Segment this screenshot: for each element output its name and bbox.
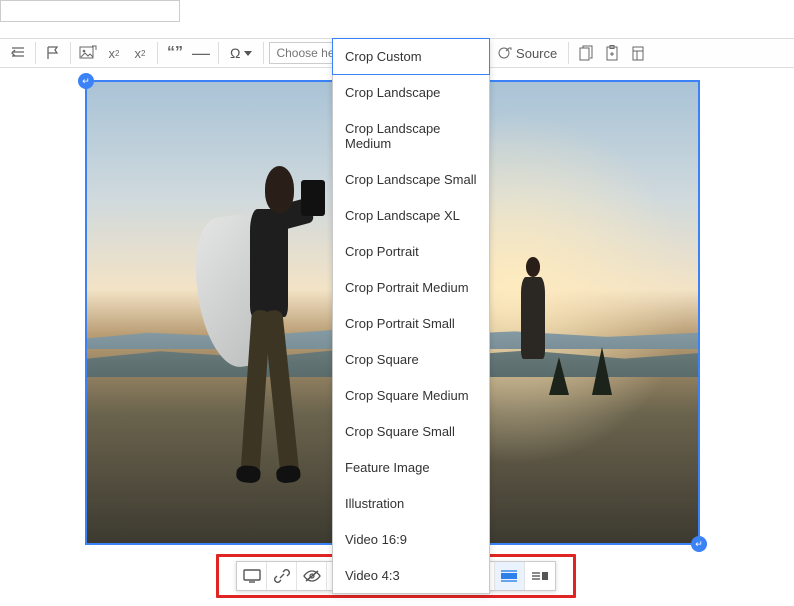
visibility-button[interactable] — [297, 562, 327, 590]
subscript-icon[interactable]: x2 — [128, 41, 152, 65]
chevron-down-icon — [244, 51, 252, 56]
omega-icon: Ω — [230, 45, 240, 61]
toolbar-separator — [35, 42, 36, 64]
source-icon — [496, 45, 512, 61]
align-right-icon — [532, 569, 548, 583]
crop-option[interactable]: Crop Square Medium — [333, 377, 489, 413]
link-icon — [274, 568, 290, 584]
crop-option[interactable]: Feature Image — [333, 449, 489, 485]
crop-option[interactable]: Video 4:3 — [333, 557, 489, 593]
align-right-button[interactable] — [525, 562, 555, 590]
crop-option[interactable]: Illustration — [333, 485, 489, 521]
crop-option[interactable]: Crop Square — [333, 341, 489, 377]
crop-option[interactable]: Crop Portrait Medium — [333, 269, 489, 305]
crop-option[interactable]: Crop Landscape Small — [333, 161, 489, 197]
toolbar-separator — [218, 42, 219, 64]
align-full-icon — [501, 569, 517, 583]
selection-handle-bottom-right[interactable]: ↵ — [691, 536, 707, 552]
toolbar-separator — [70, 42, 71, 64]
crop-option[interactable]: Crop Portrait — [333, 233, 489, 269]
address-bar-stub — [0, 0, 180, 22]
special-char-button[interactable]: Ω — [224, 41, 258, 65]
toolbar-separator — [157, 42, 158, 64]
paste-icon[interactable] — [600, 41, 624, 65]
source-button[interactable]: Source — [490, 41, 563, 65]
crop-option[interactable]: Crop Landscape — [333, 74, 489, 110]
blockquote-icon[interactable]: “” — [163, 41, 187, 65]
monitor-icon — [243, 569, 261, 583]
copy-icon[interactable] — [574, 41, 598, 65]
toolbar-separator — [568, 42, 569, 64]
crop-preset-dropdown[interactable]: Crop CustomCrop LandscapeCrop Landscape … — [332, 38, 490, 594]
source-label: Source — [516, 46, 557, 61]
toolbar-separator — [263, 42, 264, 64]
outdent-icon[interactable] — [6, 41, 30, 65]
crop-option[interactable]: Crop Portrait Small — [333, 305, 489, 341]
crop-option[interactable]: Crop Landscape XL — [333, 197, 489, 233]
crop-option[interactable]: Crop Square Small — [333, 413, 489, 449]
flag-icon[interactable] — [41, 41, 65, 65]
crop-option[interactable]: Crop Landscape Medium — [333, 110, 489, 161]
superscript-icon[interactable]: x2 — [102, 41, 126, 65]
link-button[interactable] — [267, 562, 297, 590]
align-full-button[interactable] — [495, 562, 525, 590]
eye-off-icon — [303, 569, 321, 583]
template-icon[interactable] — [626, 41, 650, 65]
crop-option[interactable]: Video 16:9 — [333, 521, 489, 557]
device-preview-button[interactable] — [237, 562, 267, 590]
image-icon[interactable] — [76, 41, 100, 65]
selection-handle-top-left[interactable]: ↵ — [78, 73, 94, 89]
crop-option[interactable]: Crop Custom — [332, 38, 490, 75]
horizontal-rule-icon[interactable]: — — [189, 41, 213, 65]
